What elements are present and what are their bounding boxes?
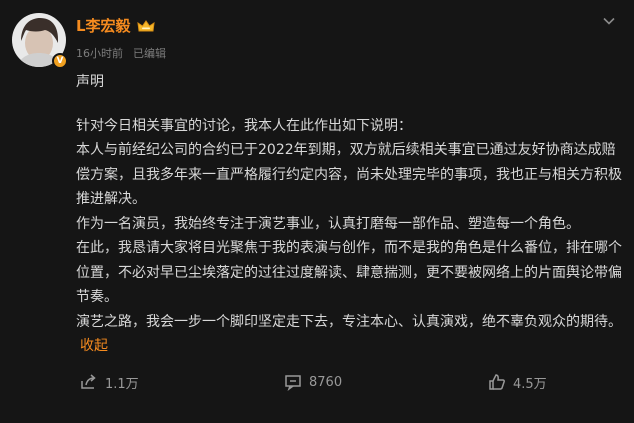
share-icon bbox=[81, 374, 96, 389]
author-row: L李宏毅 bbox=[76, 15, 155, 36]
post-paragraph: 在此，我恳请大家将目光聚焦于我的表演与创作，而不是我的角色是什么番位，排在哪个位… bbox=[76, 240, 622, 305]
verified-badge-icon: V bbox=[52, 53, 68, 69]
thumbs-up-icon bbox=[489, 374, 505, 390]
post-paragraph: 本人与前经纪公司的合约已于2022年到期，双方就后续相关事宜已通过友好协商达成赔… bbox=[76, 142, 622, 207]
comment-button[interactable]: 8760 bbox=[283, 372, 342, 392]
edited-label: 已编辑 bbox=[133, 47, 166, 60]
collapse-link[interactable]: 收起 bbox=[80, 338, 108, 354]
post-content: 声明 针对今日相关事宜的讨论，我本人在此作出如下说明： 本人与前经纪公司的合约已… bbox=[76, 70, 622, 359]
more-options-chevron-icon[interactable] bbox=[602, 14, 616, 28]
post-title: 声明 bbox=[76, 74, 104, 90]
like-button[interactable]: 4.5万 bbox=[487, 372, 547, 392]
comment-count: 8760 bbox=[309, 374, 343, 390]
comment-icon bbox=[285, 375, 301, 392]
post-paragraph: 针对今日相关事宜的讨论，我本人在此作出如下说明： bbox=[76, 117, 412, 134]
author-name[interactable]: L李宏毅 bbox=[76, 15, 131, 36]
post-paragraph: 作为一名演员，我始终专注于演艺事业，认真打磨每一部作品、塑造每一个角色。 bbox=[76, 215, 580, 232]
crown-icon bbox=[136, 19, 155, 31]
share-count: 1.1万 bbox=[105, 376, 139, 392]
post-paragraph-last: 演艺之路，我会一步一个脚印坚定走下去，专注本心、认真演戏，绝不辜负观众的期待。收… bbox=[76, 310, 622, 359]
post-actions: 1.1万 8760 4.5万 bbox=[0, 372, 634, 396]
share-button[interactable]: 1.1万 bbox=[79, 372, 139, 392]
post-meta: 16小时前 已编辑 bbox=[76, 45, 166, 61]
post-time: 16小时前 bbox=[76, 47, 123, 60]
like-count: 4.5万 bbox=[513, 376, 547, 392]
post-paragraph: 演艺之路，我会一步一个脚印坚定走下去，专注本心、认真演戏，绝不辜负观众的期待。 bbox=[76, 313, 622, 330]
